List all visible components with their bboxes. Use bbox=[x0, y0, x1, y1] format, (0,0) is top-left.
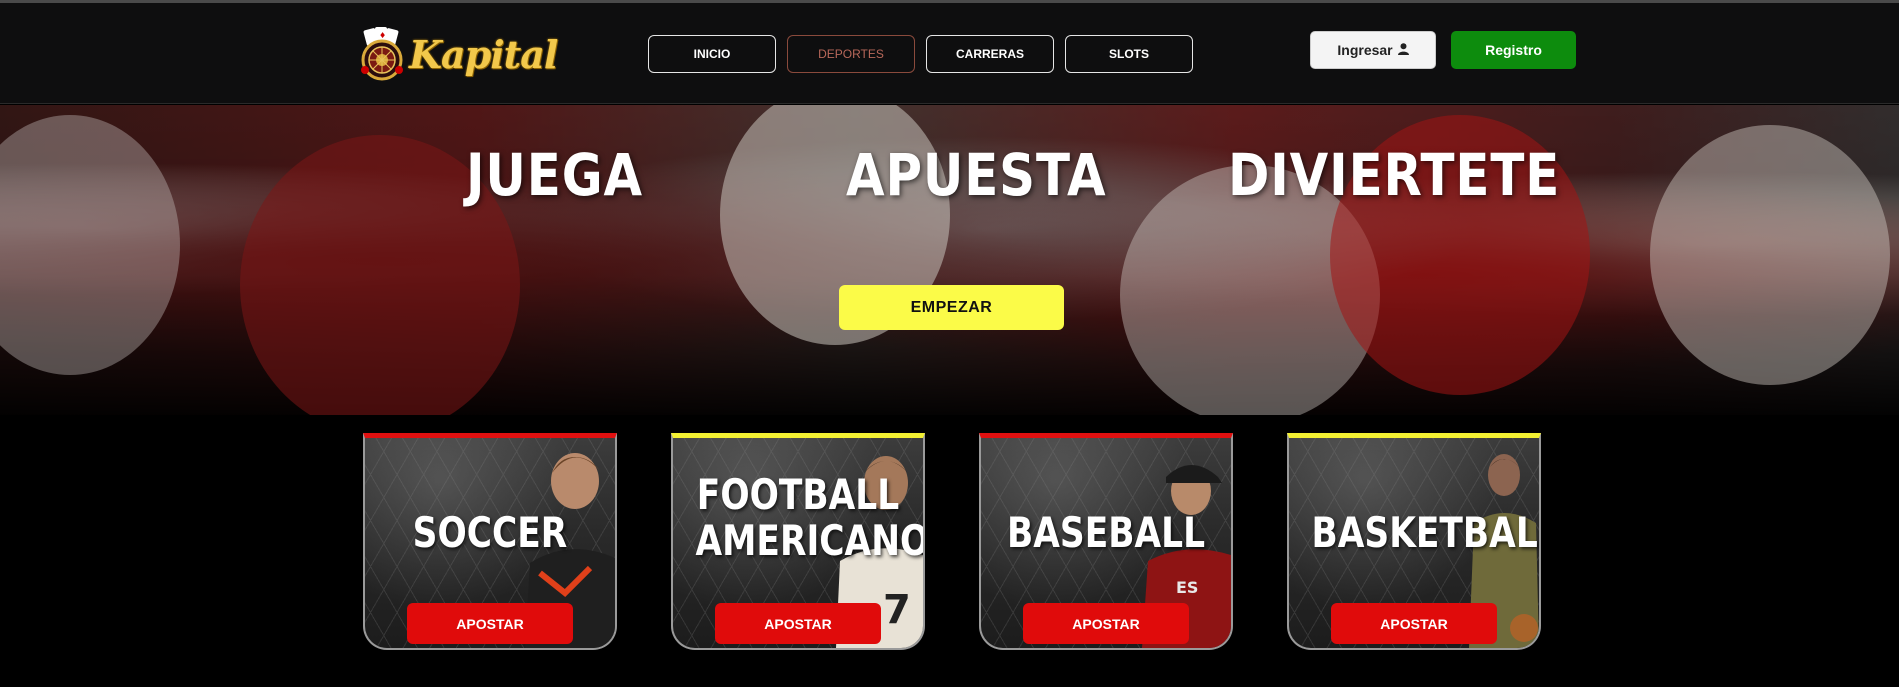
apostar-button[interactable]: APOSTAR bbox=[715, 603, 881, 644]
card-title-line: FOOTBALL bbox=[696, 470, 900, 519]
main-nav: INICIO DEPORTES CARRERAS SLOTS bbox=[648, 35, 1193, 73]
nav-item-deportes[interactable]: DEPORTES bbox=[787, 35, 915, 73]
apostar-button[interactable]: APOSTAR bbox=[1023, 603, 1189, 644]
hero-word-diviertete: DIVIERTETE bbox=[1228, 141, 1561, 209]
card-title: FOOTBALL AMERICANO bbox=[696, 470, 924, 564]
card-title: BASEBALL bbox=[1006, 508, 1206, 557]
hero-banner: JUEGA APUESTA DIVIERTETE EMPEZAR bbox=[0, 105, 1899, 415]
nav-item-carreras[interactable]: CARRERAS bbox=[926, 35, 1054, 73]
nav-item-slots[interactable]: SLOTS bbox=[1065, 35, 1193, 73]
sport-card-basketball[interactable]: BASKETBALL APOSTAR bbox=[1287, 433, 1541, 650]
nav-item-inicio[interactable]: INICIO bbox=[648, 35, 776, 73]
brand-logo[interactable]: ♦ Kapital bbox=[355, 23, 558, 85]
site-header: ♦ Kapital INICIO DEPORTES CARRERAS SLOTS… bbox=[0, 3, 1899, 104]
card-title-line: AMERICANO bbox=[695, 516, 925, 565]
sport-card-baseball[interactable]: ES BASEBALL APOSTAR bbox=[979, 433, 1233, 650]
register-button[interactable]: Registro bbox=[1451, 31, 1576, 69]
user-icon bbox=[1397, 42, 1409, 58]
svg-text:♦: ♦ bbox=[379, 31, 386, 40]
card-title: SOCCER bbox=[412, 508, 568, 557]
svg-text:7: 7 bbox=[883, 587, 911, 633]
hero-word-apuesta: APUESTA bbox=[846, 141, 1107, 209]
sport-card-football-americano[interactable]: 7 FOOTBALL AMERICANO APOSTAR bbox=[671, 433, 925, 650]
apostar-button[interactable]: APOSTAR bbox=[407, 603, 573, 644]
roulette-cards-icon: ♦ bbox=[355, 27, 409, 81]
sport-card-soccer[interactable]: SOCCER APOSTAR bbox=[363, 433, 617, 650]
hero-headline: JUEGA APUESTA DIVIERTETE bbox=[0, 141, 1899, 211]
start-button[interactable]: EMPEZAR bbox=[839, 285, 1064, 330]
svg-text:ES: ES bbox=[1176, 578, 1198, 597]
login-label: Ingresar bbox=[1337, 42, 1393, 58]
sports-cards: SOCCER APOSTAR 7 FOOTBALL AMERICANO APOS… bbox=[363, 433, 1541, 650]
brand-name: Kapital bbox=[409, 31, 558, 77]
hero-word-juega: JUEGA bbox=[466, 141, 643, 209]
login-button[interactable]: Ingresar bbox=[1310, 31, 1436, 69]
apostar-button[interactable]: APOSTAR bbox=[1331, 603, 1497, 644]
card-title: BASKETBALL bbox=[1311, 508, 1541, 557]
